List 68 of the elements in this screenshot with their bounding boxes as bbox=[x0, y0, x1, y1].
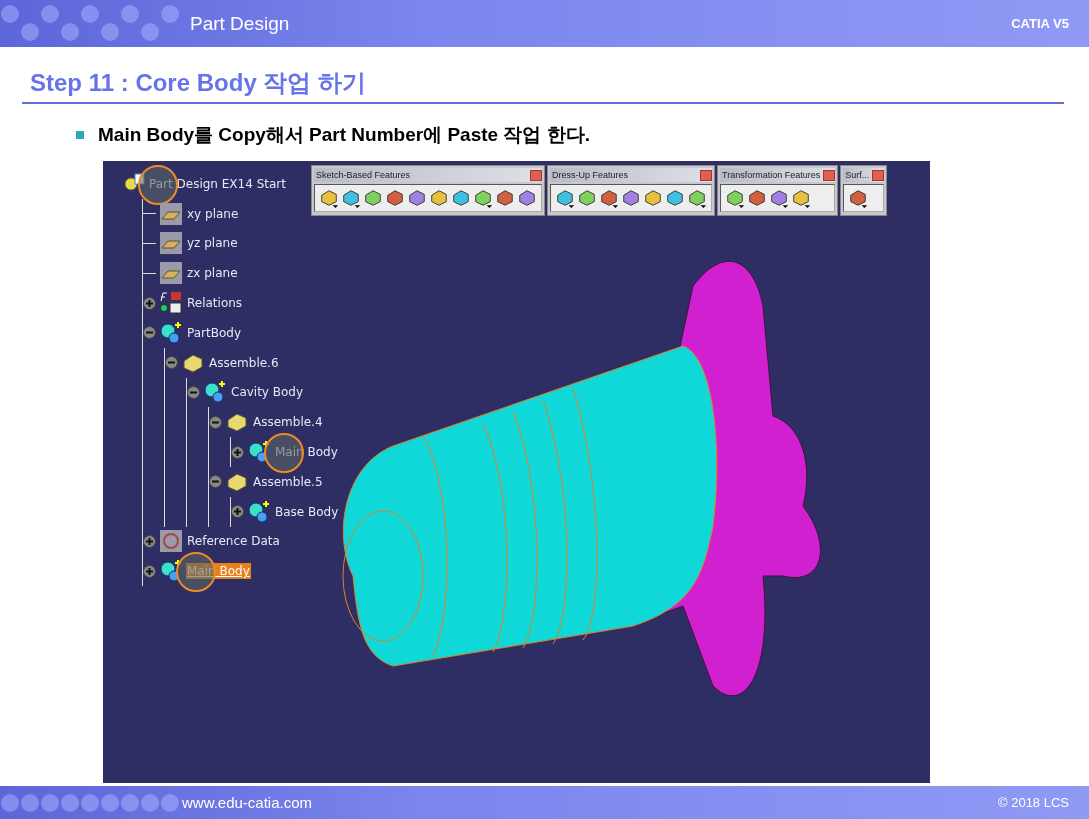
expand-icon[interactable] bbox=[231, 505, 244, 519]
plane-icon bbox=[159, 231, 183, 256]
tree-item[interactable]: xy plane bbox=[186, 205, 240, 222]
collapse-icon[interactable] bbox=[187, 385, 200, 399]
tool-button[interactable] bbox=[687, 187, 707, 209]
toolbar-title: Sketch-Based Features bbox=[316, 170, 411, 180]
tree-item[interactable]: Reference Data bbox=[186, 533, 281, 550]
header-title: Part Design bbox=[190, 12, 290, 35]
expand-icon[interactable] bbox=[143, 564, 156, 578]
toolbar-title: Transformation Features bbox=[722, 170, 821, 180]
tree-item[interactable]: yz plane bbox=[186, 235, 239, 252]
collapse-icon[interactable] bbox=[209, 475, 222, 489]
tool-button[interactable] bbox=[363, 187, 383, 209]
gears-icon bbox=[247, 440, 271, 465]
gears-icon bbox=[159, 559, 183, 584]
relations-icon bbox=[159, 291, 183, 316]
tool-button[interactable] bbox=[385, 187, 405, 209]
tool-button[interactable] bbox=[791, 187, 811, 209]
tree-item[interactable]: Assemble.5 bbox=[252, 473, 324, 490]
bullet-icon bbox=[76, 131, 84, 139]
plane-icon bbox=[159, 201, 183, 226]
tool-button[interactable] bbox=[769, 187, 789, 209]
tree-item[interactable]: PartBody bbox=[186, 324, 242, 341]
gears-icon bbox=[203, 380, 227, 405]
tree-item[interactable]: Assemble.6 bbox=[208, 354, 280, 371]
tree-item[interactable]: Base Body bbox=[274, 503, 340, 520]
tool-button[interactable] bbox=[621, 187, 641, 209]
tree-item[interactable]: Relations bbox=[186, 295, 244, 312]
tool-button[interactable] bbox=[848, 187, 869, 209]
tool-button[interactable] bbox=[341, 187, 361, 209]
collapse-icon[interactable] bbox=[209, 415, 222, 429]
close-button[interactable] bbox=[700, 169, 712, 181]
gears-icon bbox=[247, 499, 271, 524]
plane-icon bbox=[159, 261, 183, 286]
close-button[interactable] bbox=[823, 169, 836, 181]
tool-button[interactable] bbox=[407, 187, 427, 209]
tool-button[interactable] bbox=[643, 187, 663, 209]
tree-item[interactable]: Cavity Body bbox=[230, 384, 305, 401]
expand-icon[interactable] bbox=[143, 534, 156, 548]
gears-icon bbox=[159, 320, 183, 345]
close-button[interactable] bbox=[530, 169, 542, 181]
toolbar-title: Dress-Up Features bbox=[552, 170, 629, 180]
tool-button[interactable] bbox=[577, 187, 597, 209]
tool-button[interactable] bbox=[725, 187, 745, 209]
instruction-text: Main Body를 Copy해서 Part Number에 Paste 작업 한다. bbox=[98, 123, 590, 147]
tree-item[interactable]: Assemble.4 bbox=[252, 414, 324, 431]
expand-icon[interactable] bbox=[143, 296, 156, 310]
tool-button[interactable] bbox=[451, 187, 471, 209]
tool-button[interactable] bbox=[555, 187, 575, 209]
product-name: CATIA V5 bbox=[1011, 16, 1069, 31]
website-url: www.edu-catia.com bbox=[182, 794, 313, 811]
tool-button[interactable] bbox=[473, 187, 493, 209]
step-title: Step 11 : Core Body 작업 하기 bbox=[30, 68, 368, 98]
tool-button[interactable] bbox=[665, 187, 685, 209]
toolbar-title: Surf... bbox=[845, 170, 870, 180]
expand-icon[interactable] bbox=[231, 445, 244, 459]
tool-button[interactable] bbox=[517, 187, 537, 209]
tree-item[interactable]: zx plane bbox=[186, 265, 239, 282]
collapse-icon[interactable] bbox=[165, 356, 178, 370]
tool-button[interactable] bbox=[319, 187, 339, 209]
tool-button[interactable] bbox=[495, 187, 515, 209]
tool-button[interactable] bbox=[599, 187, 619, 209]
reference-icon bbox=[159, 529, 183, 554]
tool-button[interactable] bbox=[429, 187, 449, 209]
close-button[interactable] bbox=[872, 169, 885, 181]
copyright-text: © 2018 LCS bbox=[998, 795, 1069, 810]
collapse-icon[interactable] bbox=[143, 326, 156, 340]
tool-button[interactable] bbox=[747, 187, 767, 209]
